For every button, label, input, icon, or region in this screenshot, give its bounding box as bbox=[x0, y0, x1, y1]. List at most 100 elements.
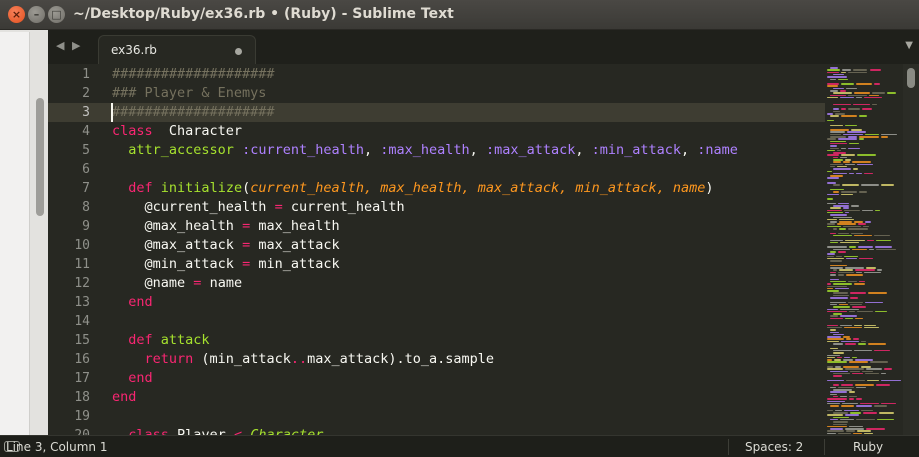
minimap[interactable] bbox=[825, 64, 903, 435]
line-number: 5 bbox=[82, 143, 90, 158]
minimap-stroke bbox=[867, 292, 887, 294]
code-line: ### Player & Enemys bbox=[112, 84, 266, 103]
minimap-stroke bbox=[855, 96, 862, 99]
code-line: end bbox=[112, 293, 152, 312]
unsaved-dot-icon[interactable] bbox=[235, 48, 242, 55]
minimap-stroke bbox=[886, 92, 896, 94]
minimap-stroke bbox=[875, 384, 890, 386]
minimap-stroke bbox=[830, 140, 846, 143]
minimap-stroke bbox=[842, 402, 858, 405]
minimap-stroke bbox=[830, 188, 845, 191]
close-window-button[interactable]: × bbox=[8, 6, 25, 23]
tab-dropdown-icon[interactable]: ▼ bbox=[905, 40, 913, 51]
minimap-stroke bbox=[827, 285, 847, 287]
minimap-stroke bbox=[869, 248, 875, 251]
code-token: , bbox=[469, 142, 486, 158]
minimap-stroke bbox=[830, 133, 842, 136]
minimap-stroke bbox=[827, 209, 843, 212]
minimap-stroke bbox=[847, 136, 858, 138]
minimap-stroke bbox=[827, 379, 844, 382]
minimap-stroke bbox=[843, 366, 860, 368]
minimap-stroke bbox=[840, 395, 847, 398]
minimap-stroke bbox=[827, 119, 834, 122]
code-token: :min_attack bbox=[591, 142, 682, 158]
status-bar: Line 3, Column 1 Spaces: 2 Ruby bbox=[0, 435, 919, 457]
minimap-stroke bbox=[839, 269, 854, 271]
minimap-stroke bbox=[830, 131, 846, 133]
code-editor[interactable]: 1234567891011121314151617181920 ########… bbox=[48, 64, 825, 435]
minimap-stroke bbox=[830, 78, 837, 80]
minimap-stroke bbox=[827, 310, 847, 313]
minimap-stroke bbox=[845, 343, 857, 345]
code-token: @name bbox=[144, 275, 186, 291]
minimap-stroke bbox=[830, 274, 836, 276]
minimap-stroke bbox=[848, 228, 868, 230]
indentation-setting[interactable]: Spaces: 2 bbox=[745, 440, 803, 454]
minimap-stroke bbox=[852, 103, 871, 106]
minimap-stroke bbox=[863, 96, 883, 99]
minimize-window-button[interactable]: – bbox=[28, 6, 45, 23]
minimap-stroke bbox=[868, 343, 887, 345]
status-divider bbox=[728, 439, 729, 455]
minimap-stroke bbox=[833, 389, 852, 391]
line-number: 17 bbox=[74, 371, 90, 386]
minimap-stroke bbox=[833, 73, 844, 76]
minimap-stroke bbox=[845, 379, 866, 382]
code-token: #################### bbox=[112, 104, 275, 120]
minimap-stroke bbox=[845, 267, 864, 269]
minimap-stroke bbox=[838, 78, 849, 80]
minimap-stroke bbox=[865, 301, 884, 304]
minimap-stroke bbox=[827, 253, 836, 255]
minimap-stroke bbox=[827, 182, 836, 184]
minimap-stroke bbox=[830, 241, 838, 244]
minimap-stroke bbox=[852, 168, 859, 170]
syntax-selector[interactable]: Ruby bbox=[853, 440, 883, 454]
line-number-gutter: 1234567891011121314151617181920 bbox=[48, 64, 100, 435]
minimap-stroke bbox=[861, 366, 872, 368]
code-token: end bbox=[128, 370, 153, 386]
tab-ex36[interactable]: ex36.rb bbox=[98, 35, 256, 64]
minimap-stroke bbox=[863, 326, 880, 329]
tab-prev-icon[interactable]: ◀ bbox=[56, 39, 64, 52]
code-token: class bbox=[112, 123, 153, 139]
minimap-stroke bbox=[859, 402, 880, 405]
code-token: max_health bbox=[250, 218, 340, 234]
maximize-window-button[interactable]: □ bbox=[48, 6, 65, 23]
line-number: 9 bbox=[82, 219, 90, 234]
minimap-stroke bbox=[849, 391, 856, 393]
minimap-stroke bbox=[827, 170, 832, 172]
minimap-stroke bbox=[830, 386, 836, 389]
minimap-stroke bbox=[833, 313, 843, 315]
minimap-stroke bbox=[833, 412, 848, 414]
minimap-stroke bbox=[865, 221, 871, 223]
minimap-stroke bbox=[881, 379, 901, 382]
tab-next-icon[interactable]: ▶ bbox=[72, 39, 80, 52]
minimap-stroke bbox=[848, 395, 858, 398]
code-line: class Player < Character bbox=[112, 426, 323, 435]
minimap-stroke bbox=[844, 255, 858, 258]
minimap-stroke bbox=[840, 156, 847, 159]
minimap-stroke bbox=[864, 133, 880, 136]
minimap-stroke bbox=[860, 340, 866, 343]
minimap-stroke bbox=[854, 283, 865, 285]
minimap-stroke bbox=[846, 430, 855, 432]
code-token: min_attack bbox=[250, 256, 340, 272]
side-panel-scrollbar[interactable] bbox=[36, 98, 44, 216]
minimap-stroke bbox=[833, 416, 850, 419]
minimap-stroke bbox=[833, 333, 844, 336]
minimap-stroke bbox=[880, 372, 886, 375]
code-token: attack bbox=[160, 332, 210, 348]
minimap-stroke bbox=[853, 432, 862, 435]
code-token: ### Player & Enemys bbox=[112, 85, 267, 101]
editor-scrollbar[interactable] bbox=[903, 64, 919, 435]
minimap-stroke bbox=[841, 191, 857, 193]
minimap-stroke bbox=[840, 154, 855, 156]
minimap-stroke bbox=[830, 267, 844, 269]
minimap-stroke bbox=[827, 149, 835, 152]
editor-scrollbar-thumb[interactable] bbox=[907, 68, 915, 88]
minimap-stroke bbox=[830, 207, 842, 209]
